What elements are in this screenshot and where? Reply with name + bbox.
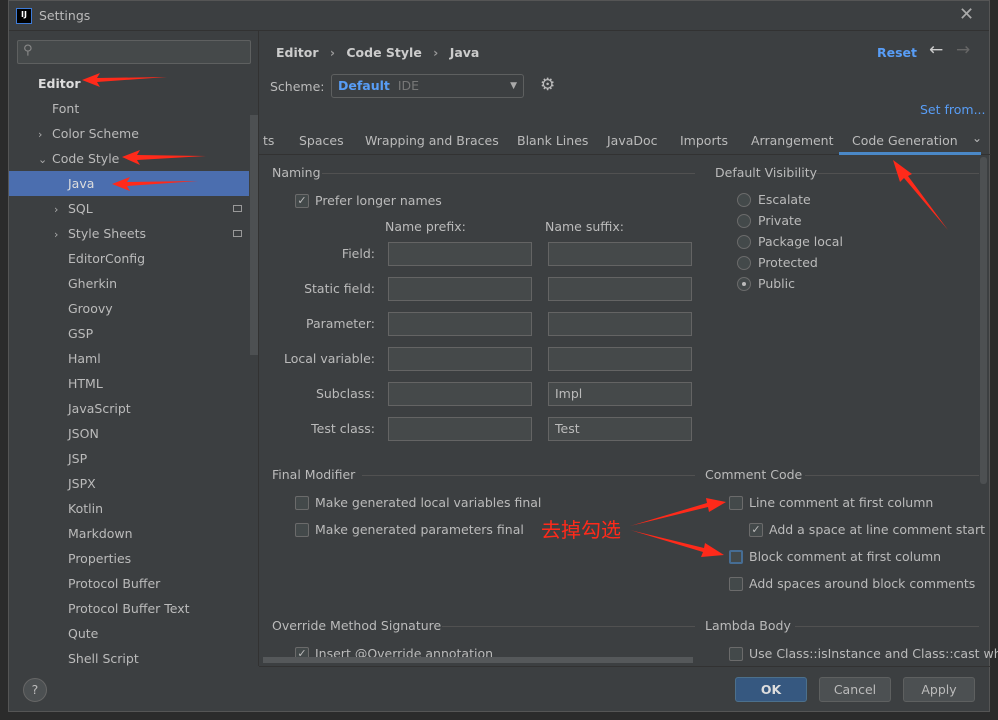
annotation-arrows: 去掉勾选 bbox=[82, 73, 948, 557]
arrow-code-generation bbox=[893, 160, 948, 230]
annotation-text: 去掉勾选 bbox=[541, 518, 621, 542]
arrow-java bbox=[112, 177, 198, 191]
arrow-code-style bbox=[122, 150, 206, 165]
arrow-editor bbox=[82, 73, 167, 87]
arrow-block-comment bbox=[630, 530, 724, 557]
arrow-line-comment bbox=[630, 498, 726, 526]
